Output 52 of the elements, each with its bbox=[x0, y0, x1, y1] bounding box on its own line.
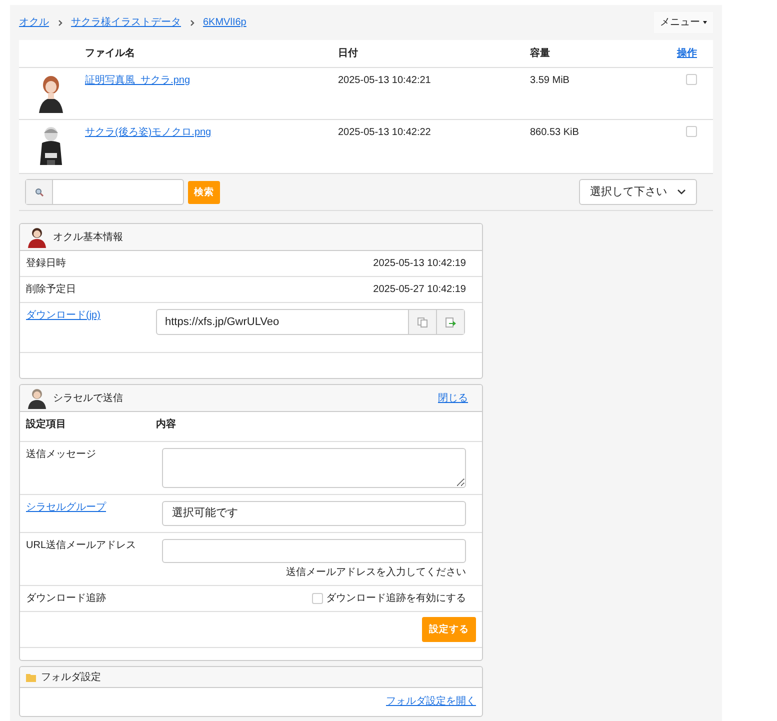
row-value: 2025-05-27 10:42:19 bbox=[373, 283, 466, 296]
date-cell: 2025-05-13 10:42:21 bbox=[338, 75, 431, 86]
row-label: 登録日時 bbox=[26, 257, 66, 270]
row-value: 2025-05-13 10:42:19 bbox=[373, 257, 466, 270]
open-button[interactable] bbox=[436, 310, 464, 334]
avatar-icon bbox=[26, 387, 48, 409]
date-cell: 2025-05-13 10:42:22 bbox=[338, 127, 431, 138]
row-label: 削除予定日 bbox=[26, 283, 76, 296]
close-link[interactable]: 閉じる bbox=[438, 392, 468, 404]
folder-icon bbox=[26, 672, 36, 682]
row-label: ダウンロード追跡 bbox=[26, 592, 107, 605]
panel-title: シラセルで送信 bbox=[53, 392, 123, 404]
panel-title: フォルダ設定 bbox=[41, 670, 101, 684]
file-link[interactable]: 証明写真風_サクラ.png bbox=[85, 75, 190, 86]
chevron-icon bbox=[56, 18, 64, 26]
folder-settings-link[interactable]: フォルダ設定を開く bbox=[386, 695, 476, 708]
email-field[interactable] bbox=[162, 539, 466, 563]
menu-button[interactable]: メニュー bbox=[654, 12, 713, 33]
checkbox[interactable] bbox=[312, 593, 323, 604]
size-cell: 860.53 KiB bbox=[530, 127, 579, 138]
field-hint: 送信メールアドレスを入力してください bbox=[286, 566, 466, 579]
size-cell: 3.59 MiB bbox=[530, 75, 570, 86]
column-header: 設定項目 bbox=[26, 418, 67, 431]
copy-button[interactable] bbox=[408, 310, 436, 334]
breadcrumb-link[interactable]: 6KMVlI6p bbox=[203, 16, 246, 29]
file-link[interactable]: サクラ(後ろ姿)モノクロ.png bbox=[85, 127, 212, 138]
chevron-down-icon bbox=[677, 189, 686, 195]
chevron-icon bbox=[188, 18, 196, 26]
download-link[interactable]: ダウンロード(jp) bbox=[26, 309, 156, 322]
panel-title: オクル基本情報 bbox=[53, 230, 123, 244]
copy-icon bbox=[417, 316, 428, 328]
checkbox-label: ダウンロード追跡を有効にする bbox=[326, 592, 466, 605]
url-field[interactable]: https://xfs.jp/GwrULVeo bbox=[156, 309, 465, 335]
search-field[interactable] bbox=[25, 179, 184, 205]
checkbox[interactable] bbox=[686, 74, 697, 85]
breadcrumb-link[interactable]: オクル bbox=[19, 16, 49, 29]
caret-icon bbox=[703, 21, 707, 24]
checkbox[interactable] bbox=[686, 126, 697, 137]
sort-select[interactable]: 選択して下さい bbox=[579, 179, 697, 205]
message-field[interactable] bbox=[162, 448, 466, 488]
row-label: URL送信メールアドレス bbox=[26, 539, 138, 552]
column-header: 容量 bbox=[530, 48, 550, 59]
search-icon bbox=[34, 188, 44, 196]
group-select[interactable]: 選択可能です bbox=[162, 501, 466, 526]
avatar-icon bbox=[26, 226, 48, 248]
column-header: 内容 bbox=[156, 418, 177, 431]
row-label: 送信メッセージ bbox=[26, 448, 97, 461]
group-link[interactable]: シラセルグループ bbox=[26, 501, 156, 514]
breadcrumb-link[interactable]: サクラ様イラストデータ bbox=[71, 16, 181, 29]
column-header-link[interactable]: 操作 bbox=[677, 48, 697, 59]
column-header: 日付 bbox=[338, 48, 358, 59]
column-header: ファイル名 bbox=[85, 48, 135, 59]
